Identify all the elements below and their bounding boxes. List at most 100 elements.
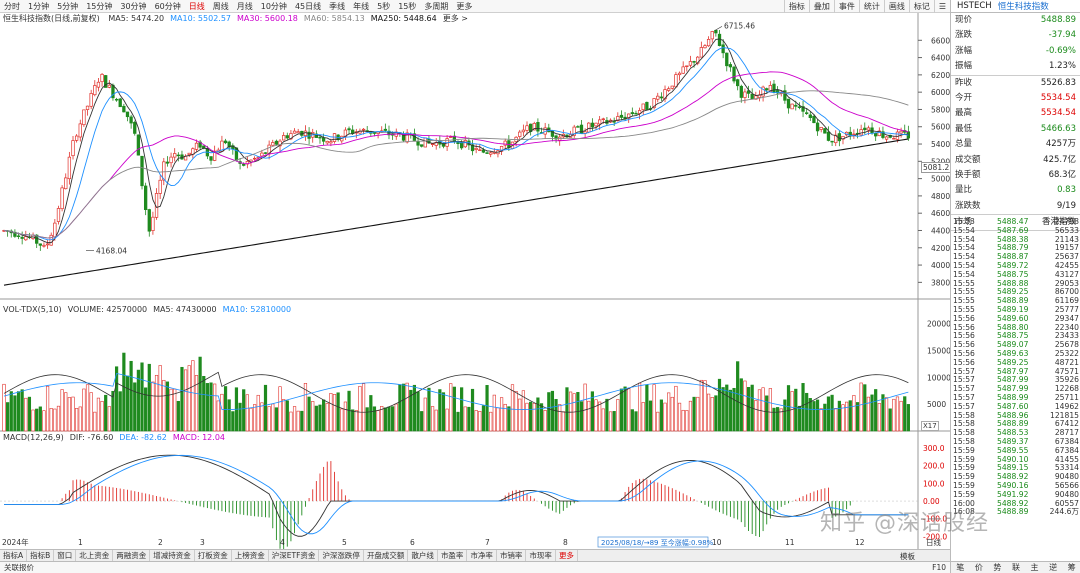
volume-bar <box>819 408 823 432</box>
quote-label: 涨幅 <box>955 45 973 56</box>
candle-body <box>703 45 707 49</box>
volume-bar <box>104 394 108 432</box>
period-tab[interactable]: 1分钟 <box>24 0 53 13</box>
tool-button[interactable]: ☰ <box>933 0 950 13</box>
volume-bar <box>45 385 50 432</box>
tool-button[interactable]: 标记 <box>908 0 934 13</box>
volume-bar <box>478 411 482 432</box>
candle-body <box>194 142 199 150</box>
quote-footer-tab[interactable]: 势 <box>993 562 1001 573</box>
quote-footer-tab[interactable]: 笔 <box>956 562 964 573</box>
quote-footer-tab[interactable]: 价 <box>975 562 983 573</box>
indicator-tab[interactable]: 市销率 <box>497 549 527 562</box>
indicator-tab[interactable]: 更多 <box>556 549 578 562</box>
x-axis-label: 8 <box>563 538 568 547</box>
candle-body <box>808 114 812 119</box>
candle-body <box>899 130 903 134</box>
ma-legend-item: MA10: 5502.57 <box>170 14 232 23</box>
period-tab[interactable]: 季线 <box>325 0 349 13</box>
indicator-tab[interactable]: 散户线 <box>408 549 438 562</box>
candle-body <box>518 131 522 137</box>
volume-bar <box>627 388 631 432</box>
tool-button[interactable]: 叠加 <box>808 0 834 13</box>
period-tab[interactable]: 周线 <box>209 0 233 13</box>
volume-bar <box>805 392 809 432</box>
candle-body <box>361 128 366 131</box>
period-tab[interactable]: 45日线 <box>291 0 325 13</box>
candle-body <box>372 132 377 134</box>
period-tab[interactable]: 多周期 <box>420 0 452 13</box>
indicator-tab[interactable]: 沪深涨跌停 <box>319 549 364 562</box>
status-bar: 关联报价 F10 <box>0 561 950 573</box>
period-tab[interactable]: 5秒 <box>373 0 394 13</box>
volume-bar <box>899 400 903 432</box>
quote-name[interactable]: 恒生科技指数 <box>998 0 1049 12</box>
tool-button[interactable]: 指标 <box>783 0 809 13</box>
indicator-tab[interactable]: 打板资金 <box>195 549 232 562</box>
quote-footer-tab[interactable]: 筹 <box>1068 562 1076 573</box>
period-tab[interactable]: 分时 <box>0 0 24 13</box>
indicator-tab[interactable]: 指标B <box>27 549 55 562</box>
volume-bar <box>67 397 71 432</box>
candle-body <box>136 134 141 156</box>
x-axis-label: 3 <box>200 538 205 547</box>
period-tab[interactable]: 30分钟 <box>116 0 150 13</box>
indicator-tab[interactable]: 市净率 <box>467 549 497 562</box>
vol-unit-badge[interactable]: X17 <box>921 421 939 431</box>
indicator-tab[interactable]: 两融资金 <box>113 549 151 562</box>
candle-body <box>125 111 130 118</box>
period-tab[interactable]: 60分钟 <box>151 0 185 13</box>
period-tab[interactable]: 月线 <box>233 0 257 13</box>
tick-list[interactable]: 15:53 5488.47 24798 15:54 5487.69 56533 15:54 5… <box>951 217 1080 517</box>
indicator-tab[interactable]: 开盘成交额 <box>364 549 409 562</box>
vol-axis-label: 10000 <box>927 373 950 382</box>
status-text[interactable]: 关联报价 <box>4 562 34 573</box>
indicator-tab[interactable]: 市盈率 <box>438 549 468 562</box>
period-tab[interactable]: 5分钟 <box>53 0 82 13</box>
chart-area[interactable]: 6600640062006000580056005400520050004800… <box>0 13 952 549</box>
indicator-tab[interactable]: 窗口 <box>54 549 77 562</box>
volume-bar <box>558 404 562 432</box>
quote-footer-tab[interactable]: 主 <box>1031 562 1039 573</box>
period-tab[interactable]: 更多 <box>452 0 476 13</box>
indicator-tab[interactable]: 上榜资金 <box>232 549 269 562</box>
volume-bar <box>420 411 424 432</box>
candle-body <box>750 93 754 100</box>
quote-row: 现价 5488.89 <box>951 13 1080 28</box>
candle-body <box>252 157 257 160</box>
macd-legend-item: DIF: -76.60 <box>69 433 114 442</box>
indicator-tab[interactable]: 沪深ETF资金 <box>269 549 320 562</box>
tool-button[interactable]: 画线 <box>883 0 909 13</box>
indicator-tab[interactable]: 市现率 <box>526 549 556 562</box>
volume-bar <box>9 391 13 432</box>
indicator-tab[interactable]: 北上资金 <box>76 549 114 562</box>
volume-bar <box>441 392 446 432</box>
volume-bar <box>452 386 456 432</box>
period-tab[interactable]: 年线 <box>349 0 373 13</box>
candle-body <box>634 112 638 115</box>
tool-button[interactable]: 事件 <box>833 0 859 13</box>
candle-body <box>478 149 482 151</box>
kline-chart-svg[interactable]: 6600640062006000580056005400520050004800… <box>0 13 950 549</box>
candle-body <box>38 243 42 246</box>
volume-bar <box>667 392 671 432</box>
candle-body <box>114 98 119 101</box>
tool-button[interactable]: 统计 <box>858 0 884 13</box>
period-tab[interactable]: 日线 <box>185 0 209 13</box>
quote-footer-tab[interactable]: 逆 <box>1049 562 1057 573</box>
f10-button[interactable]: F10 <box>932 563 946 572</box>
volume-bar <box>765 395 769 432</box>
candle-body <box>85 105 90 110</box>
quote-footer-tab[interactable]: 联 <box>1012 562 1020 573</box>
candle-body <box>24 236 28 241</box>
volume-bar <box>670 396 674 432</box>
volume-bar <box>696 396 700 432</box>
price-axis-label: 5800 <box>931 105 950 114</box>
volume-bar <box>434 409 438 432</box>
indicator-tab[interactable]: 指标A <box>0 549 28 562</box>
candle-body <box>797 106 802 108</box>
period-tab[interactable]: 15秒 <box>394 0 420 13</box>
period-tab[interactable]: 10分钟 <box>257 0 291 13</box>
period-tab[interactable]: 15分钟 <box>82 0 116 13</box>
indicator-tab[interactable]: 增减持资金 <box>150 549 195 562</box>
